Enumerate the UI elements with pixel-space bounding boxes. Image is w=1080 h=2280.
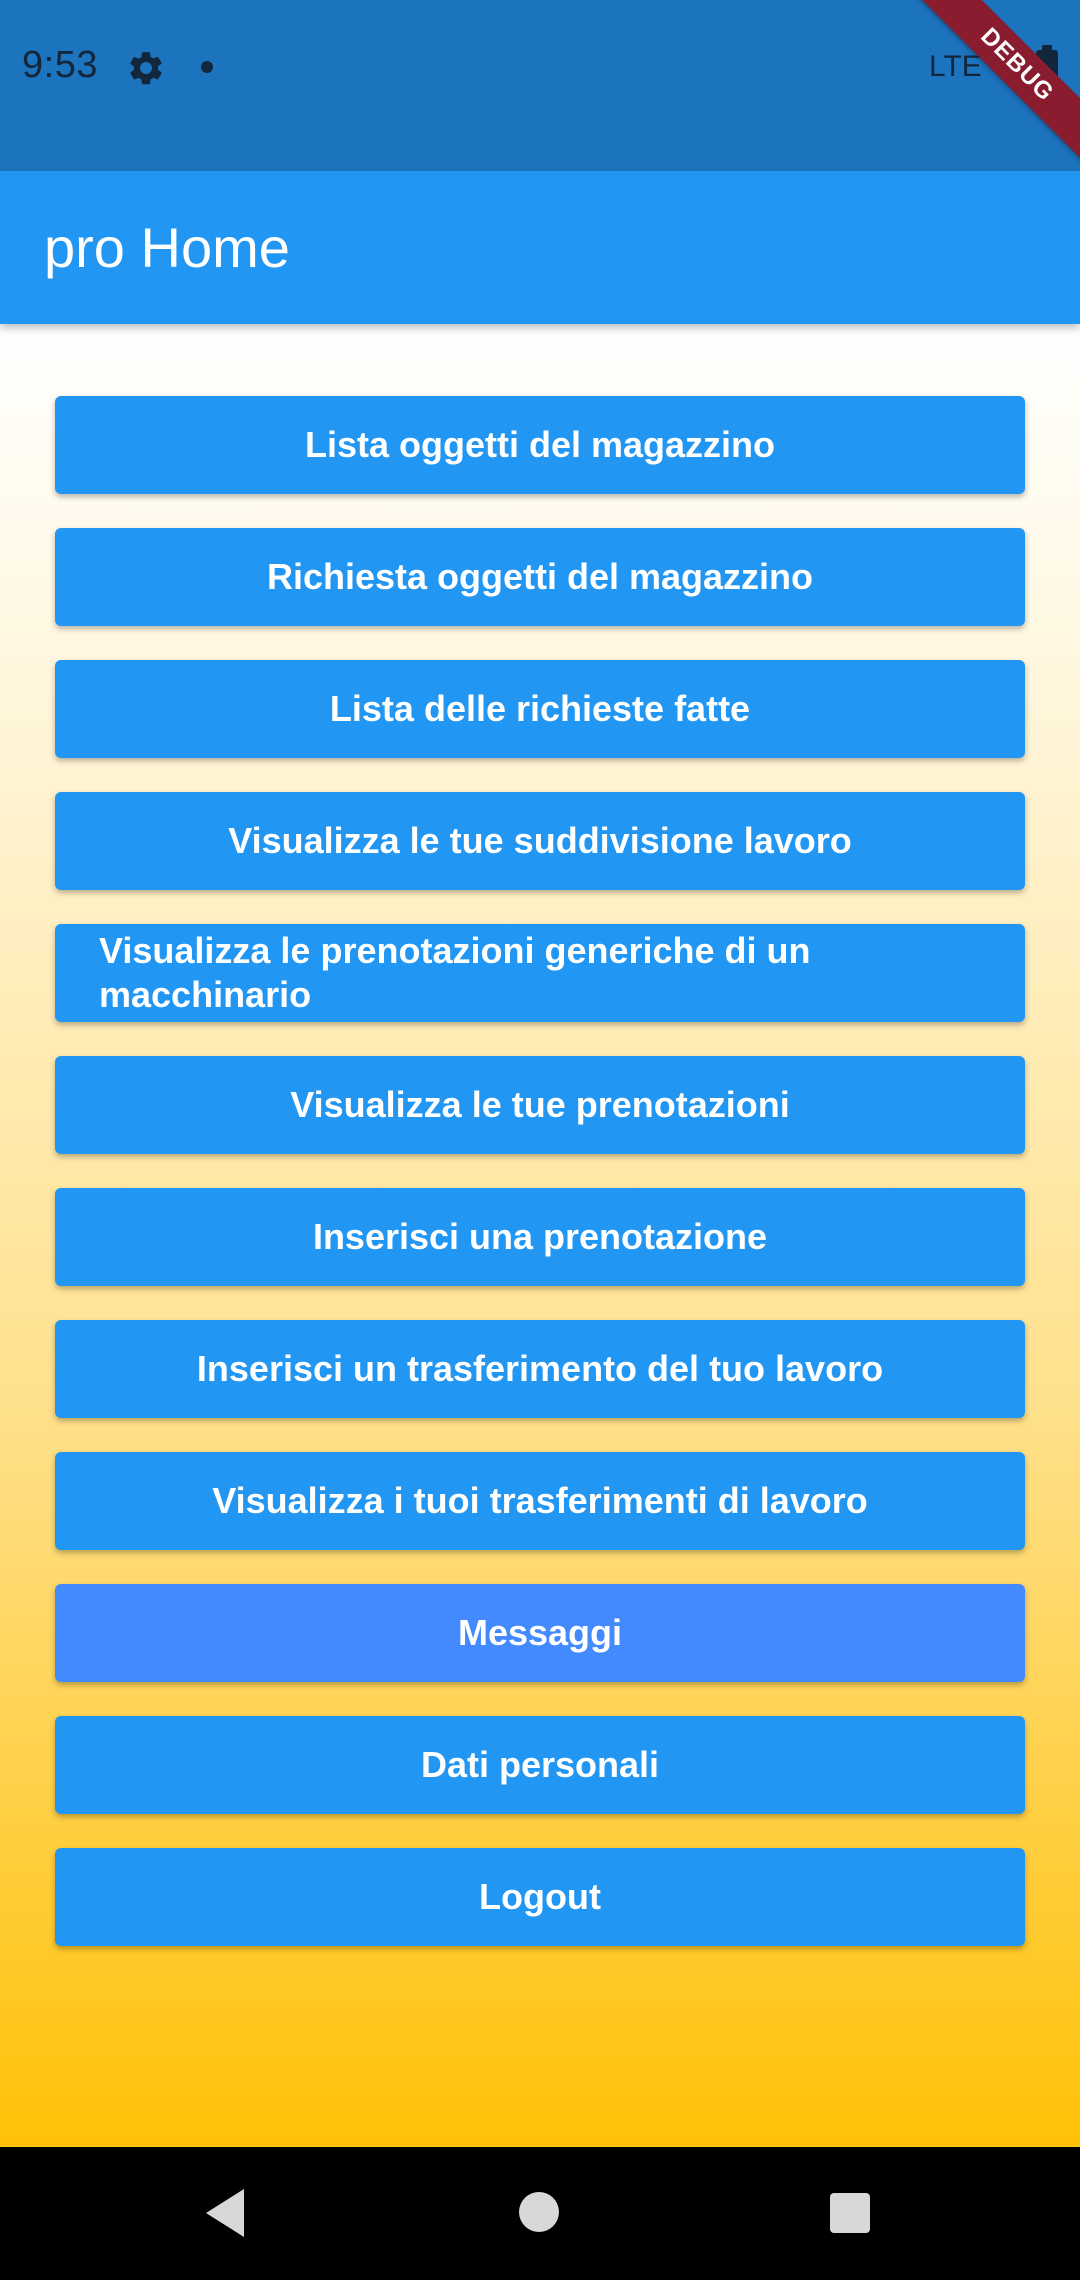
- inserisci-prenotazione-button[interactable]: Inserisci una prenotazione: [55, 1188, 1025, 1286]
- home-icon[interactable]: [519, 2192, 559, 2232]
- tue-prenotazioni-button[interactable]: Visualizza le tue prenotazioni: [55, 1056, 1025, 1154]
- gear-icon: [130, 52, 162, 85]
- network-type: LTE: [929, 50, 982, 83]
- dati-personali-button[interactable]: Dati personali: [55, 1716, 1025, 1814]
- status-time: 9:53: [22, 44, 98, 86]
- prenotazioni-macchinario-button[interactable]: Visualizza le prenotazioni generiche di …: [55, 924, 1025, 1022]
- lista-oggetti-magazzino-button[interactable]: Lista oggetti del magazzino: [55, 396, 1025, 494]
- recents-icon[interactable]: [830, 2193, 870, 2233]
- menu-content: Lista oggetti del magazzino Richiesta og…: [0, 324, 1080, 2147]
- page-title: pro Home: [44, 216, 290, 279]
- tuoi-trasferimenti-button[interactable]: Visualizza i tuoi trasferimenti di lavor…: [55, 1452, 1025, 1550]
- status-bar: 9:53 LTE: [0, 0, 1080, 171]
- richiesta-oggetti-magazzino-button[interactable]: Richiesta oggetti del magazzino: [55, 528, 1025, 626]
- inserisci-trasferimento-button[interactable]: Inserisci un trasferimento del tuo lavor…: [55, 1320, 1025, 1418]
- back-icon[interactable]: [206, 2189, 244, 2237]
- logout-button[interactable]: Logout: [55, 1848, 1025, 1946]
- messaggi-button[interactable]: Messaggi: [55, 1584, 1025, 1682]
- app-bar: pro Home: [0, 171, 1080, 324]
- notification-dot-icon: [201, 61, 213, 73]
- lista-richieste-fatte-button[interactable]: Lista delle richieste fatte: [55, 660, 1025, 758]
- navigation-bar: [0, 2147, 1080, 2280]
- suddivisione-lavoro-button[interactable]: Visualizza le tue suddivisione lavoro: [55, 792, 1025, 890]
